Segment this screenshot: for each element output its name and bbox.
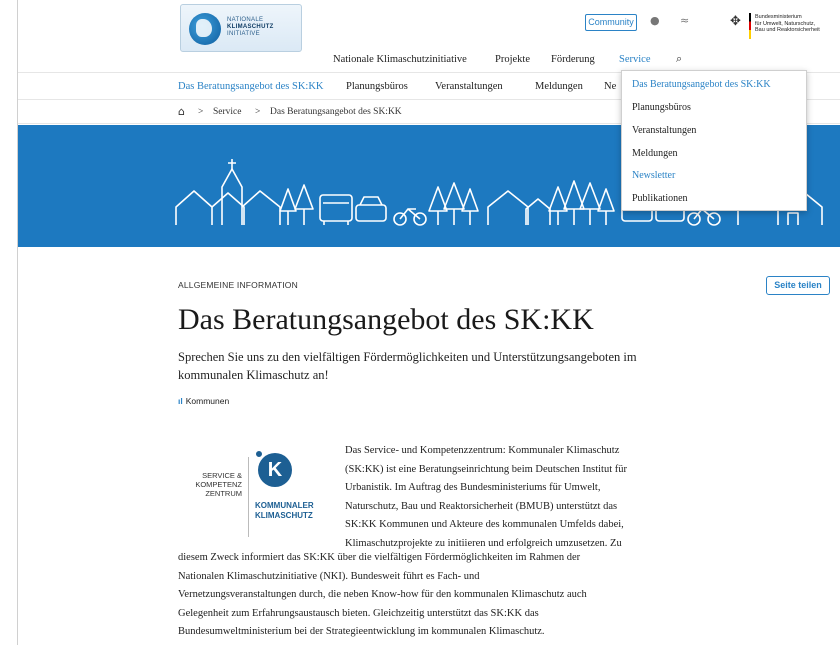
paragraph-line: (SK:KK) ist eine Beratungseinrichtung be…: [345, 463, 627, 475]
dropdown-item-beratungsangebot[interactable]: Das Beratungsangebot des SK:KK: [632, 79, 771, 90]
service-dropdown-menu: Das Beratungsangebot des SK:KK Planungsb…: [621, 70, 807, 211]
skkk-logo-right-text: KOMMUNALER KLIMASCHUTZ: [255, 501, 314, 521]
subnav-veranstaltungen[interactable]: Veranstaltungen: [435, 81, 503, 92]
breadcrumb-current: Das Beratungsangebot des SK:KK: [270, 107, 402, 117]
skkk-left-line-1: SERVICE &: [202, 471, 242, 480]
share-page-button[interactable]: Seite teilen: [766, 276, 830, 295]
paragraph-line: Nationalen Klimaschutzinitiative (NKI). …: [178, 570, 480, 582]
globe-icon: [189, 13, 221, 45]
section-kicker: ALLGEMEINE INFORMATION: [178, 280, 298, 290]
paragraph-line: SK:KK Kommunen und Akteure des kommunale…: [345, 519, 624, 530]
skkk-dot: [254, 449, 264, 459]
skkk-logo-left-text: SERVICE & KOMPETENZ ZENTRUM: [182, 471, 242, 498]
subnav-meldungen[interactable]: Meldungen: [535, 81, 583, 92]
page-title: Das Beratungsangebot des SK:KK: [178, 303, 594, 336]
paragraph-line: Naturschutz, Bau und Reaktorsicherheit (…: [345, 500, 618, 512]
globe-icon[interactable]: ●: [650, 14, 660, 27]
dropdown-item-newsletter[interactable]: Newsletter: [632, 170, 675, 181]
nav-klimaschutzinitiative[interactable]: Nationale Klimaschutzinitiative: [333, 54, 467, 65]
skkk-divider: [248, 457, 249, 537]
breadcrumb-separator: >: [255, 107, 261, 117]
dropdown-item-meldungen[interactable]: Meldungen: [632, 148, 678, 159]
dropdown-item-veranstaltungen[interactable]: Veranstaltungen: [632, 125, 696, 136]
logo-line-1: NATIONALE: [227, 17, 264, 23]
ministry-line-3: Bau und Reaktorsicherheit: [755, 27, 820, 33]
subnav-planungsbueros[interactable]: Planungsbüros: [346, 81, 408, 92]
eagle-icon: ✥: [730, 14, 741, 29]
skkk-logo: SERVICE & KOMPETENZ ZENTRUM K KOMMUNALER…: [178, 443, 328, 543]
skkk-right-line-1: KOMMUNALER: [255, 501, 314, 510]
subnav-beratungsangebot[interactable]: Das Beratungsangebot des SK:KK: [178, 81, 324, 92]
logo-line-3: INITIATIVE: [227, 31, 260, 37]
bar-chart-icon: ıl: [178, 396, 183, 406]
intro-paragraph-continued: diesem Zweck informiert das SK:KK über d…: [178, 549, 678, 642]
breadcrumb-service[interactable]: Service: [213, 107, 242, 117]
search-icon[interactable]: ⌕: [676, 52, 682, 66]
ministry-logo[interactable]: Bundesministerium für Umwelt, Naturschut…: [755, 14, 840, 34]
nav-service[interactable]: Service: [619, 54, 651, 65]
page: NATIONALE KLIMASCHUTZ INITIATIVE Communi…: [17, 0, 840, 645]
nki-logo[interactable]: NATIONALE KLIMASCHUTZ INITIATIVE: [180, 4, 302, 52]
flag-bar: [749, 13, 751, 39]
home-icon[interactable]: ⌂: [178, 105, 185, 118]
breadcrumb-separator: >: [198, 107, 204, 117]
category-tag-label: Kommunen: [185, 396, 230, 406]
nav-projekte[interactable]: Projekte: [495, 54, 530, 65]
community-button[interactable]: Community: [585, 14, 637, 31]
skkk-right-line-2: KLIMASCHUTZ: [255, 511, 313, 520]
paragraph-line: Das Service- und Kompetenzzentrum: Kommu…: [345, 445, 620, 456]
paragraph-line: Gelegenheit zum Erfahrungsaustausch biet…: [178, 607, 539, 619]
dropdown-item-planungsbueros[interactable]: Planungsbüros: [632, 102, 691, 113]
category-tag[interactable]: ıl Kommunen: [178, 396, 229, 406]
skkk-left-line-2: KOMPETENZ: [195, 480, 242, 489]
subnav-newsletter[interactable]: Ne: [604, 81, 616, 92]
dropdown-item-publikationen[interactable]: Publikationen: [632, 193, 688, 204]
intro-paragraph: Das Service- und Kompetenzzentrum: Kommu…: [345, 442, 675, 553]
logo-line-2: KLIMASCHUTZ: [227, 24, 274, 30]
rss-icon[interactable]: ≈: [680, 14, 689, 27]
paragraph-line: diesem Zweck informiert das SK:KK über d…: [178, 552, 581, 563]
paragraph-line: Bundesumweltministerium bei der Strategi…: [178, 626, 545, 637]
paragraph-line: Urbanistik. Im Auftrag des Bundesministe…: [345, 482, 601, 493]
paragraph-line: Vernetzungsveranstaltungen durch, die ne…: [178, 589, 587, 600]
nav-foerderung[interactable]: Förderung: [551, 54, 595, 65]
page-subtitle: Sprechen Sie uns zu den vielfältigen För…: [178, 350, 637, 382]
skkk-left-line-3: ZENTRUM: [205, 489, 242, 498]
skkk-mark-icon: K: [258, 453, 292, 487]
